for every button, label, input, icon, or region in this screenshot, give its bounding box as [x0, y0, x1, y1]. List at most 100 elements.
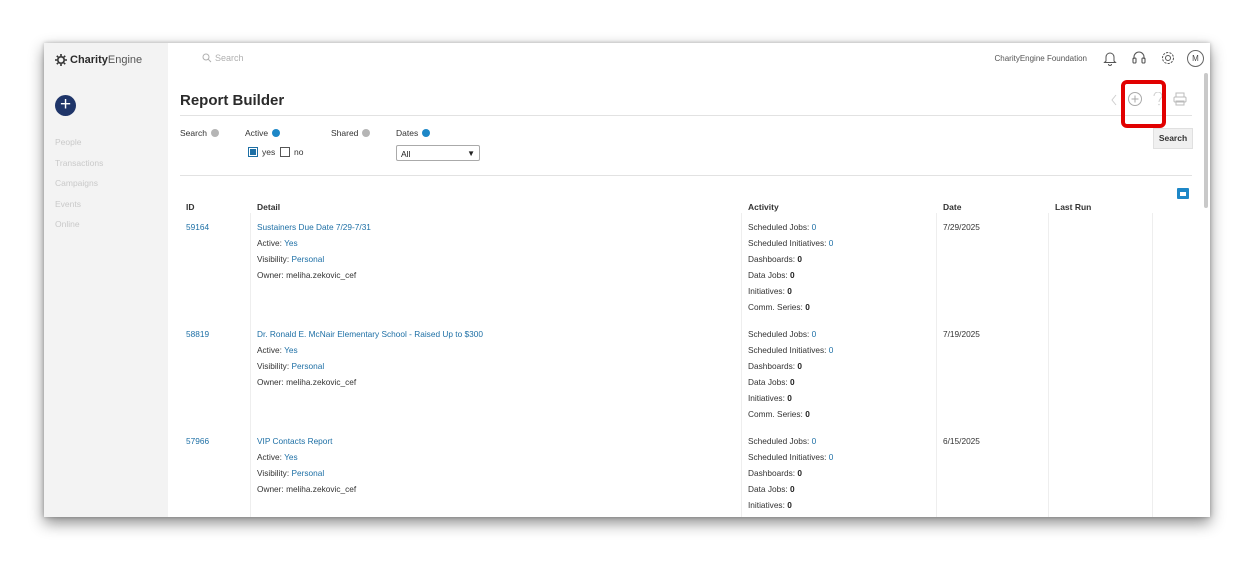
filter-shared-toggle[interactable]: [362, 129, 371, 137]
data-jobs-value: 0: [789, 484, 795, 494]
report-date: 6/15/2025: [943, 436, 980, 446]
report-name-link[interactable]: VIP Contacts Report: [257, 436, 332, 446]
back-chevron-icon[interactable]: [1110, 93, 1118, 111]
filter-active[interactable]: Active: [245, 128, 281, 138]
initiatives-label: Initiatives:: [748, 500, 785, 510]
search-button[interactable]: Search: [1153, 128, 1193, 149]
initiatives-label: Initiatives:: [748, 286, 785, 296]
logo-gear-icon: [55, 54, 67, 66]
filter-search-toggle[interactable]: [210, 129, 219, 137]
filter-active-toggle[interactable]: [272, 129, 281, 137]
comm-series-label: Comm. Series:: [748, 302, 803, 312]
gear-icon[interactable]: [1158, 48, 1178, 68]
dashboards-label: Dashboards:: [748, 254, 796, 264]
filter-search[interactable]: Search: [180, 128, 219, 138]
report-date: 7/29/2025: [943, 222, 980, 232]
organization-name[interactable]: CharityEngine Foundation: [994, 54, 1087, 63]
sidebar-item-online[interactable]: Online: [55, 217, 103, 238]
scheduled-initiatives-value[interactable]: 0: [829, 345, 834, 355]
active-value[interactable]: Yes: [284, 238, 298, 248]
avatar[interactable]: M: [1187, 49, 1204, 67]
app-window: CharityEngine + People Transactions Camp…: [44, 43, 1210, 517]
active-value[interactable]: Yes: [284, 345, 298, 355]
search-placeholder: Search: [215, 53, 244, 63]
visibility-label: Visibility:: [257, 468, 290, 478]
filter-dates-toggle[interactable]: [422, 129, 431, 137]
dates-select-value: All: [401, 149, 411, 159]
scheduled-initiatives-value[interactable]: 0: [829, 452, 834, 462]
data-jobs-label: Data Jobs:: [748, 270, 788, 280]
scheduled-initiatives-value[interactable]: 0: [829, 238, 834, 248]
scrollbar[interactable]: [1204, 73, 1208, 208]
column-header-last-run[interactable]: Last Run: [1055, 202, 1091, 212]
filter-shared[interactable]: Shared: [331, 128, 371, 138]
bell-icon[interactable]: [1100, 48, 1120, 68]
create-new-button[interactable]: +: [55, 95, 76, 116]
global-search[interactable]: Search: [202, 53, 244, 63]
brand-light: Engine: [107, 54, 143, 66]
active-no-checkbox[interactable]: no: [280, 147, 303, 157]
filter-search-label: Search: [180, 128, 207, 138]
column-header-date[interactable]: Date: [943, 202, 961, 212]
report-id[interactable]: 58819: [186, 326, 209, 342]
calendar-icon[interactable]: [1177, 188, 1189, 199]
report-id[interactable]: 59164: [186, 219, 209, 235]
column-divider: [1048, 213, 1049, 517]
visibility-value[interactable]: Personal: [291, 361, 324, 371]
title-divider: [180, 115, 1192, 116]
filter-active-label: Active: [245, 128, 269, 138]
search-icon: [202, 53, 212, 63]
column-header-detail[interactable]: Detail: [257, 202, 280, 212]
comm-series-label: Comm. Series:: [748, 409, 803, 419]
scheduled-jobs-label: Scheduled Jobs:: [748, 222, 810, 232]
scheduled-jobs-value[interactable]: 0: [812, 436, 817, 446]
scheduled-initiatives-label: Scheduled Initiatives:: [748, 238, 827, 248]
active-label: Active:: [257, 452, 282, 462]
checkbox-checked[interactable]: [248, 147, 258, 157]
column-divider: [250, 213, 251, 517]
checkbox-unchecked[interactable]: [280, 147, 290, 157]
initiatives-label: Initiatives:: [748, 393, 785, 403]
dates-select[interactable]: All ▼: [396, 145, 480, 161]
scheduled-jobs-label: Scheduled Jobs:: [748, 436, 810, 446]
dashboards-label: Dashboards:: [748, 468, 796, 478]
visibility-label: Visibility:: [257, 361, 290, 371]
sidebar-nav: People Transactions Campaigns Events Onl…: [55, 135, 103, 238]
active-value[interactable]: Yes: [284, 452, 298, 462]
data-jobs-label: Data Jobs:: [748, 484, 788, 494]
dashboards-value: 0: [797, 361, 802, 371]
scheduled-jobs-value[interactable]: 0: [812, 329, 817, 339]
scheduled-initiatives-label: Scheduled Initiatives:: [748, 452, 827, 462]
owner-value: meliha.zekovic_cef: [286, 484, 357, 494]
print-icon[interactable]: [1173, 92, 1187, 111]
page-title: Report Builder: [180, 92, 285, 109]
report-id[interactable]: 57966: [186, 433, 209, 449]
visibility-label: Visibility:: [257, 254, 290, 264]
report-activity: Scheduled Jobs: 0 Scheduled Initiatives:…: [748, 326, 833, 422]
owner-label: Owner:: [257, 484, 284, 494]
report-name-link[interactable]: Sustainers Due Date 7/29-7/31: [257, 222, 371, 232]
filter-dates[interactable]: Dates: [396, 128, 431, 138]
column-header-id[interactable]: ID: [186, 202, 195, 212]
highlight-box: [1121, 80, 1166, 128]
filter-divider: [180, 175, 1192, 176]
sidebar-item-campaigns[interactable]: Campaigns: [55, 176, 103, 197]
dashboards-value: 0: [797, 468, 802, 478]
sidebar-item-people[interactable]: People: [55, 135, 103, 156]
column-divider: [741, 213, 742, 517]
sidebar-item-transactions[interactable]: Transactions: [55, 156, 103, 177]
visibility-value[interactable]: Personal: [291, 254, 324, 264]
visibility-value[interactable]: Personal: [291, 468, 324, 478]
charityengine-logo[interactable]: CharityEngine: [55, 54, 142, 66]
comm-series-value: 0: [805, 302, 810, 312]
scheduled-initiatives-label: Scheduled Initiatives:: [748, 345, 827, 355]
headset-icon[interactable]: [1129, 48, 1149, 68]
sidebar-item-events[interactable]: Events: [55, 197, 103, 218]
active-yes-checkbox[interactable]: yes: [248, 147, 275, 157]
report-detail: Dr. Ronald E. McNair Elementary School -…: [257, 326, 483, 390]
scheduled-jobs-value[interactable]: 0: [812, 222, 817, 232]
brand-bold: Charity: [70, 54, 108, 66]
column-header-activity[interactable]: Activity: [748, 202, 779, 212]
sidebar: CharityEngine + People Transactions Camp…: [44, 43, 168, 517]
report-name-link[interactable]: Dr. Ronald E. McNair Elementary School -…: [257, 329, 483, 339]
